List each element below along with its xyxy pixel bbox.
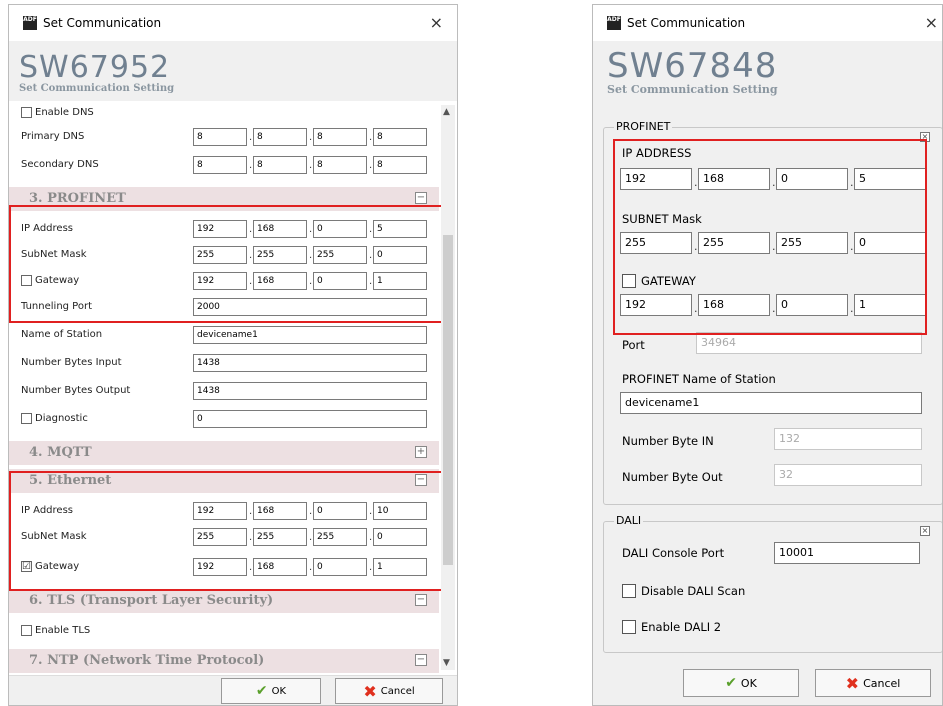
secondary-dns-octet-2[interactable]: 8 xyxy=(253,156,307,174)
bytes-input-field[interactable]: 1438 xyxy=(193,354,427,372)
cancel-x-icon: ✖ xyxy=(363,681,377,701)
primary-dns-octet-1[interactable]: 8 xyxy=(193,128,247,146)
right-subtitle: Set Communication Setting xyxy=(607,83,778,96)
left-settings-body: Enable DNS Primary DNS 8 . 8 . 8 . 8 Sec… xyxy=(9,105,457,673)
secondary-dns-octet-3[interactable]: 8 xyxy=(313,156,367,174)
section-ntp[interactable]: 7. NTP (Network Time Protocol) − xyxy=(9,649,439,673)
section-profinet-title: 3. PROFINET xyxy=(29,191,126,206)
dali-group: DALI × DALI Console Port 10001 Disable D… xyxy=(603,514,942,653)
cancel-button[interactable]: ✖ Cancel xyxy=(335,678,443,704)
collapse-icon[interactable]: − xyxy=(415,192,427,204)
right-titlebar: ADF Set Communication × xyxy=(593,5,942,41)
enable-dns-label: Enable DNS xyxy=(35,107,94,118)
highlight-profinet-ip xyxy=(9,205,455,323)
enable-dali2-checkbox[interactable] xyxy=(622,620,636,634)
primary-dns-octet-2[interactable]: 8 xyxy=(253,128,307,146)
enable-tls-label: Enable TLS xyxy=(35,625,91,636)
bytes-output-row: Number Bytes Output 1438 xyxy=(9,379,439,403)
group-close-icon[interactable]: × xyxy=(920,526,930,536)
diagnostic-input[interactable]: 0 xyxy=(193,410,427,428)
section-mqtt[interactable]: 4. MQTT + xyxy=(9,441,439,465)
check-icon: ✔ xyxy=(255,683,268,699)
left-dialog: ADF Set Communication × SW67952 Set Comm… xyxy=(8,4,458,706)
scroll-thumb[interactable] xyxy=(443,235,453,565)
dali-group-legend: DALI xyxy=(614,514,644,527)
left-footer: ✔ OK ✖ Cancel xyxy=(9,675,457,705)
bytes-input-row: Number Bytes Input 1438 xyxy=(9,351,439,375)
cancel-x-icon: ✖ xyxy=(845,673,860,693)
disable-dali-scan-label: Disable DALI Scan xyxy=(641,584,746,598)
r-bytes-in-input: 132 xyxy=(774,428,922,450)
r-bytes-out-label: Number Byte Out xyxy=(622,470,723,484)
diagnostic-label: Diagnostic xyxy=(35,413,88,424)
r-ok-label: OK xyxy=(740,676,757,690)
scroll-down-icon[interactable]: ▼ xyxy=(443,658,450,668)
scroll-up-icon[interactable]: ▲ xyxy=(443,107,450,117)
check-icon: ✔ xyxy=(725,675,737,691)
highlight-ethernet xyxy=(9,471,455,591)
cancel-label: Cancel xyxy=(380,685,415,697)
r-bytes-in-label: Number Byte IN xyxy=(622,434,714,448)
right-title: Set Communication xyxy=(627,16,746,30)
vertical-scrollbar[interactable]: ▲ ▼ xyxy=(441,105,455,670)
close-icon[interactable]: × xyxy=(430,13,443,32)
primary-dns-octet-4[interactable]: 8 xyxy=(373,128,427,146)
enable-dns-checkbox[interactable] xyxy=(21,107,32,118)
r-station-input[interactable]: devicename1 xyxy=(620,392,922,414)
secondary-dns-label: Secondary DNS xyxy=(21,159,99,170)
ok-button[interactable]: ✔ OK xyxy=(221,678,321,704)
left-subtitle: Set Communication Setting xyxy=(19,83,175,94)
app-icon: ADF xyxy=(23,16,37,30)
dali-console-label: DALI Console Port xyxy=(622,546,725,560)
disable-dali-scan-checkbox[interactable] xyxy=(622,584,636,598)
diagnostic-checkbox[interactable] xyxy=(21,413,32,424)
left-header: SW67952 Set Communication Setting xyxy=(9,41,457,101)
bytes-output-field[interactable]: 1438 xyxy=(193,382,427,400)
primary-dns-label: Primary DNS xyxy=(21,131,85,142)
r-bytes-out-input: 32 xyxy=(774,464,922,486)
section-mqtt-title: 4. MQTT xyxy=(29,445,92,460)
section-tls-title: 6. TLS (Transport Layer Security) xyxy=(29,593,274,608)
left-titlebar: ADF Set Communication × xyxy=(9,5,457,41)
app-icon: ADF xyxy=(607,16,621,30)
r-ok-button[interactable]: ✔ OK xyxy=(683,669,799,697)
close-icon[interactable]: × xyxy=(925,13,938,32)
r-cancel-label: Cancel xyxy=(863,676,901,690)
right-header: SW67848 Set Communication Setting xyxy=(607,49,778,96)
collapse-icon[interactable]: − xyxy=(415,594,427,606)
secondary-dns-octet-1[interactable]: 8 xyxy=(193,156,247,174)
secondary-dns-octet-4[interactable]: 8 xyxy=(373,156,427,174)
secondary-dns-row: Secondary DNS 8 . 8 . 8 . 8 xyxy=(9,153,439,177)
enable-tls-checkbox[interactable] xyxy=(21,625,32,636)
r-cancel-button[interactable]: ✖ Cancel xyxy=(815,669,931,697)
station-name-label: Name of Station xyxy=(21,329,103,340)
section-ntp-title: 7. NTP (Network Time Protocol) xyxy=(29,653,265,668)
station-name-row: Name of Station devicename1 xyxy=(9,323,439,347)
collapse-icon[interactable]: − xyxy=(415,654,427,666)
expand-icon[interactable]: + xyxy=(415,446,427,458)
station-name-input[interactable]: devicename1 xyxy=(193,326,427,344)
r-port-input: 34964 xyxy=(696,332,922,354)
left-product-name: SW67952 xyxy=(19,50,171,85)
right-dialog: ADF Set Communication × SW67848 Set Comm… xyxy=(592,4,943,706)
enable-dali2-label: Enable DALI 2 xyxy=(641,620,722,634)
left-title: Set Communication xyxy=(43,16,162,30)
profinet-group-legend: PROFINET xyxy=(614,120,673,133)
section-tls[interactable]: 6. TLS (Transport Layer Security) − xyxy=(9,589,439,613)
diagnostic-row: Diagnostic 0 xyxy=(9,407,439,431)
enable-tls-row: Enable TLS xyxy=(9,619,439,643)
bytes-input-label: Number Bytes Input xyxy=(21,357,122,368)
bytes-output-label: Number Bytes Output xyxy=(21,385,131,396)
ok-label: OK xyxy=(271,685,287,697)
right-product-name: SW67848 xyxy=(607,46,778,86)
dali-console-input[interactable]: 10001 xyxy=(774,542,920,564)
primary-dns-row: Primary DNS 8 . 8 . 8 . 8 xyxy=(9,125,439,149)
primary-dns-octet-3[interactable]: 8 xyxy=(313,128,367,146)
highlight-right-profinet xyxy=(613,139,927,335)
r-port-label: Port xyxy=(622,338,645,352)
r-station-label: PROFINET Name of Station xyxy=(622,372,776,386)
